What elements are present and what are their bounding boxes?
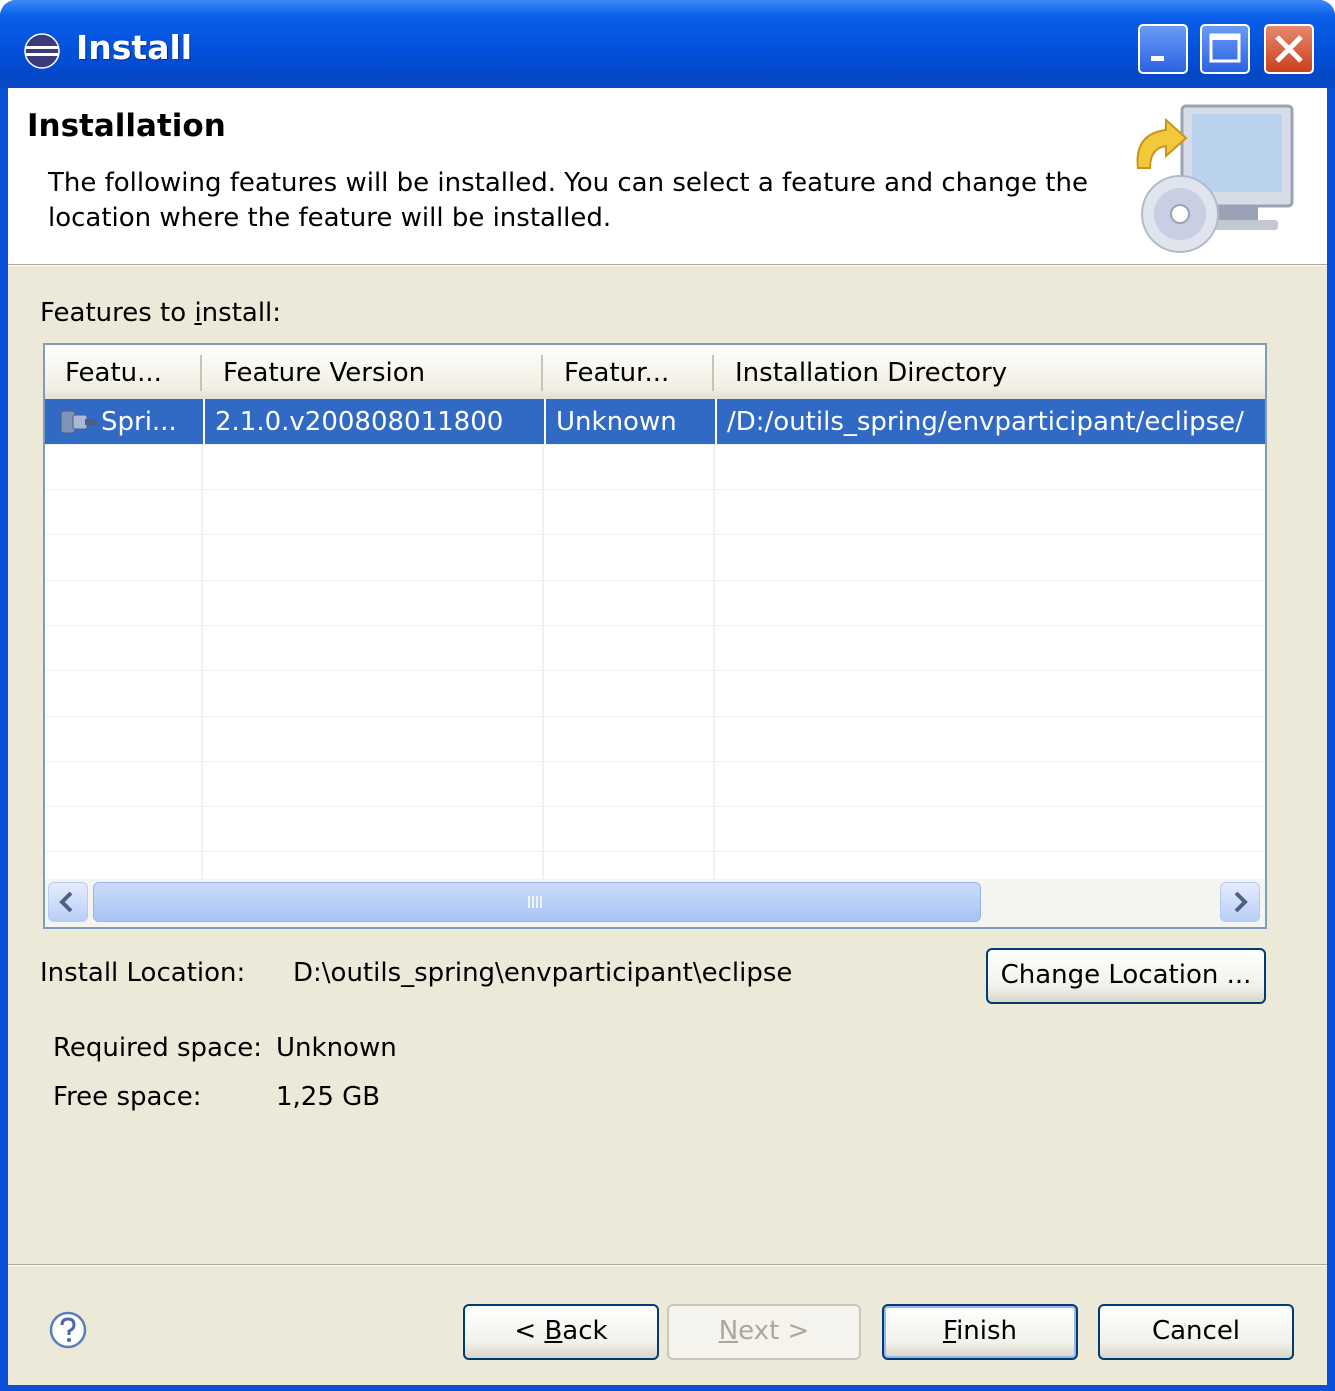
empty-row <box>45 806 1265 852</box>
next-button[interactable]: Next > <box>667 1304 861 1360</box>
close-icon <box>1275 35 1303 63</box>
cell-feature-size: Unknown <box>544 399 715 444</box>
grid-line <box>201 444 203 879</box>
empty-row <box>45 716 1265 762</box>
features-label: Features to install: <box>40 298 282 328</box>
maximize-icon <box>1209 33 1241 63</box>
dialog-client-area: Installation The following features will… <box>8 88 1327 1385</box>
minimize-icon <box>1151 56 1164 61</box>
empty-row <box>45 444 1265 490</box>
eclipse-icon <box>24 33 60 69</box>
table-row[interactable]: Spri... 2.1.0.v200808011800 Unknown /D:/… <box>45 399 1265 445</box>
title-bar[interactable]: Install <box>0 0 1335 88</box>
column-divider[interactable] <box>200 355 202 391</box>
cell-installation-directory: /D:/outils_spring/envparticipant/eclipse… <box>715 399 1265 444</box>
empty-row <box>45 761 1265 807</box>
install-window: Install Installation The following featu… <box>0 0 1335 1391</box>
minimize-button[interactable] <box>1138 24 1188 74</box>
empty-row <box>45 535 1265 581</box>
feature-plugin-icon <box>60 410 97 434</box>
footer-separator-highlight <box>8 1265 1327 1266</box>
window-title: Install <box>76 28 193 67</box>
chevron-right-icon <box>1234 891 1248 913</box>
empty-row <box>45 489 1265 535</box>
help-icon[interactable] <box>48 1310 88 1350</box>
wizard-banner: Installation The following features will… <box>8 88 1327 265</box>
back-button[interactable]: < Back <box>463 1304 659 1360</box>
column-header-feature-version[interactable]: Feature Version <box>203 345 541 399</box>
chevron-left-icon <box>59 891 73 913</box>
empty-row <box>45 580 1265 626</box>
scroll-right-button[interactable] <box>1220 882 1260 922</box>
column-header-installation-directory[interactable]: Installation Directory <box>715 345 1265 399</box>
cell-feature-name: Spri... <box>101 407 177 437</box>
grip-icon <box>528 896 542 908</box>
horizontal-scrollbar[interactable] <box>45 879 1265 927</box>
change-location-button[interactable]: Change Location ... <box>986 948 1266 1004</box>
free-space-value: 1,25 GB <box>276 1082 381 1112</box>
banner-separator <box>8 265 1327 266</box>
page-description: The following features will be installed… <box>48 168 1088 233</box>
maximize-button[interactable] <box>1200 24 1250 74</box>
cell-feature-version: 2.1.0.v200808011800 <box>203 399 544 444</box>
scroll-thumb[interactable] <box>93 882 981 922</box>
column-header-feature-name[interactable]: Featu... <box>45 345 201 399</box>
close-button[interactable] <box>1264 24 1314 74</box>
install-location-value: D:\outils_spring\envparticipant\eclipse <box>293 958 793 988</box>
required-space-label: Required space: <box>53 1033 263 1063</box>
features-table[interactable]: Featu... Feature Version Featur... Insta… <box>43 343 1267 929</box>
empty-row <box>45 625 1265 671</box>
table-header: Featu... Feature Version Featur... Insta… <box>45 345 1265 401</box>
free-space-label: Free space: <box>53 1082 202 1112</box>
column-header-feature-size[interactable]: Featur... <box>544 345 712 399</box>
finish-button[interactable]: Finish <box>882 1304 1078 1360</box>
required-space-value: Unknown <box>276 1033 397 1063</box>
cancel-button[interactable]: Cancel <box>1098 1304 1294 1360</box>
page-title: Installation <box>27 108 226 144</box>
install-wizard-icon <box>1136 104 1294 253</box>
grid-line <box>542 444 544 879</box>
column-divider[interactable] <box>712 355 714 391</box>
grid-line <box>713 444 715 879</box>
empty-row <box>45 671 1265 717</box>
scroll-left-button[interactable] <box>48 882 88 922</box>
install-location-label: Install Location: <box>40 958 246 988</box>
column-divider[interactable] <box>541 355 543 391</box>
